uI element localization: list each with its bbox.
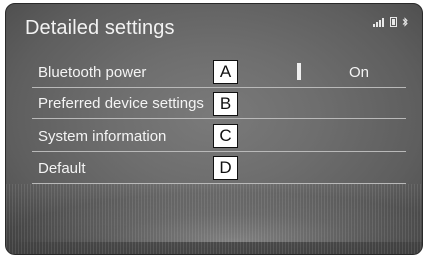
setting-label: Default [38, 160, 86, 177]
phone-battery-icon [390, 17, 397, 27]
callout-c: C [213, 124, 238, 148]
background-wave [6, 192, 422, 242]
setting-label: Preferred device settings [38, 95, 204, 112]
setting-label: Bluetooth power [38, 64, 147, 81]
callout-b: B [213, 92, 238, 116]
toggle-indicator [297, 63, 301, 80]
callout-a: A [213, 60, 238, 84]
setting-value: On [349, 64, 370, 81]
callout-d: D [213, 156, 238, 180]
setting-label: System information [38, 128, 167, 145]
page-title: Detailed settings [25, 17, 175, 39]
status-bar [373, 17, 408, 27]
bluetooth-icon [402, 17, 408, 27]
signal-icon [373, 18, 385, 27]
